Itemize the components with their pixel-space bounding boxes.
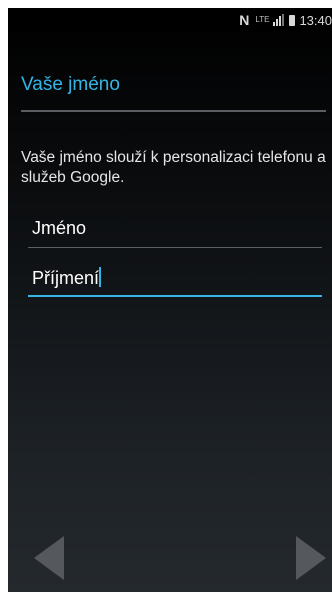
phone-screen: N LTE 13:40 Vaše jméno Vaše jméno slouží… (8, 8, 332, 592)
signal-icon (273, 14, 285, 26)
page-title: Vaše jméno (21, 74, 120, 95)
first-name-value: Jméno (32, 218, 87, 238)
nfc-icon: N (239, 12, 250, 28)
text-cursor (99, 267, 102, 287)
last-name-underline (28, 295, 322, 297)
status-time: 13:40 (299, 12, 332, 28)
last-name-value-wrap: Příjmení (32, 267, 102, 289)
network-type-icon: LTE (255, 15, 270, 24)
back-arrow-icon[interactable] (34, 536, 64, 580)
title-divider (21, 110, 326, 112)
first-name-field[interactable]: Jméno (28, 212, 322, 248)
battery-icon (289, 14, 296, 26)
last-name-value: Příjmení (32, 268, 100, 288)
first-name-underline (28, 247, 322, 248)
last-name-field[interactable]: Příjmení (28, 261, 322, 297)
next-arrow-icon[interactable] (296, 536, 326, 580)
status-bar: N LTE 13:40 (8, 8, 332, 32)
page-description: Vaše jméno slouží k personalizaci telefo… (21, 149, 326, 186)
